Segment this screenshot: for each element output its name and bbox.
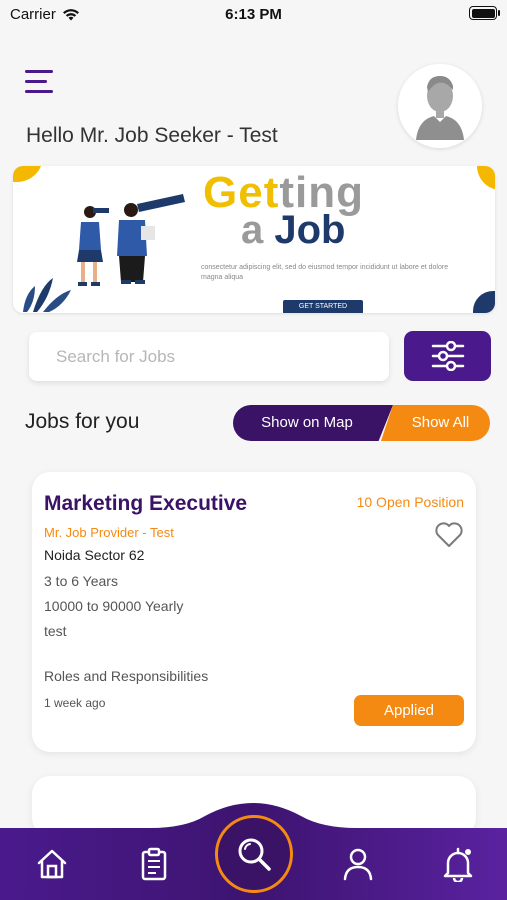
- search-box: [29, 332, 389, 381]
- job-salary: 10000 to 90000 Yearly: [44, 598, 184, 614]
- bell-icon: [443, 847, 473, 882]
- nav-search[interactable]: [215, 815, 293, 893]
- user-avatar-icon: [398, 64, 482, 148]
- job-description: test: [44, 623, 67, 639]
- home-icon: [37, 849, 67, 879]
- people-with-telescope-illustration: [23, 194, 185, 312]
- get-started-button[interactable]: GET STARTED: [283, 300, 363, 313]
- show-all-button[interactable]: Show All: [381, 405, 490, 441]
- banner-subtitle: consectetur adipiscing elit, sed do eius…: [201, 264, 449, 281]
- promo-banner[interactable]: Getting a Job consectetur adipiscing eli…: [13, 166, 495, 313]
- status-time: 6:13 PM: [225, 6, 282, 23]
- menu-icon[interactable]: [25, 68, 55, 96]
- filter-sliders-icon: [431, 341, 464, 371]
- greeting-text: Hello Mr. Job Seeker - Test: [26, 124, 278, 147]
- bottom-navigation: [0, 798, 507, 900]
- section-title: Jobs for you: [25, 410, 140, 433]
- banner-title-line2: a Job: [241, 208, 346, 252]
- user-icon: [343, 848, 373, 881]
- nav-applications[interactable]: [134, 844, 174, 884]
- show-on-map-button[interactable]: Show on Map: [233, 405, 393, 441]
- job-experience: 3 to 6 Years: [44, 573, 118, 589]
- roles-label: Roles and Responsibilities: [44, 668, 209, 684]
- clipboard-icon: [141, 847, 167, 881]
- company-name: Mr. Job Provider - Test: [44, 525, 174, 540]
- heart-icon[interactable]: [434, 521, 464, 549]
- search-icon: [238, 838, 271, 871]
- job-card[interactable]: Marketing Executive 10 Open Position Mr.…: [32, 472, 476, 752]
- battery-icon: [469, 6, 500, 20]
- status-bar: Carrier 6:13 PM: [0, 0, 507, 28]
- job-title: Marketing Executive: [44, 492, 248, 515]
- nav-profile[interactable]: [338, 844, 378, 884]
- avatar[interactable]: [398, 64, 482, 148]
- view-toggle: Show on Map Show All: [233, 405, 490, 441]
- applied-button[interactable]: Applied: [354, 695, 464, 726]
- filter-button[interactable]: [404, 331, 491, 381]
- posted-time: 1 week ago: [44, 696, 106, 710]
- open-positions: 10 Open Position: [356, 494, 464, 510]
- search-input[interactable]: [29, 332, 389, 381]
- job-location: Noida Sector 62: [44, 547, 145, 563]
- nav-home[interactable]: [32, 844, 72, 884]
- nav-notifications[interactable]: [438, 844, 478, 884]
